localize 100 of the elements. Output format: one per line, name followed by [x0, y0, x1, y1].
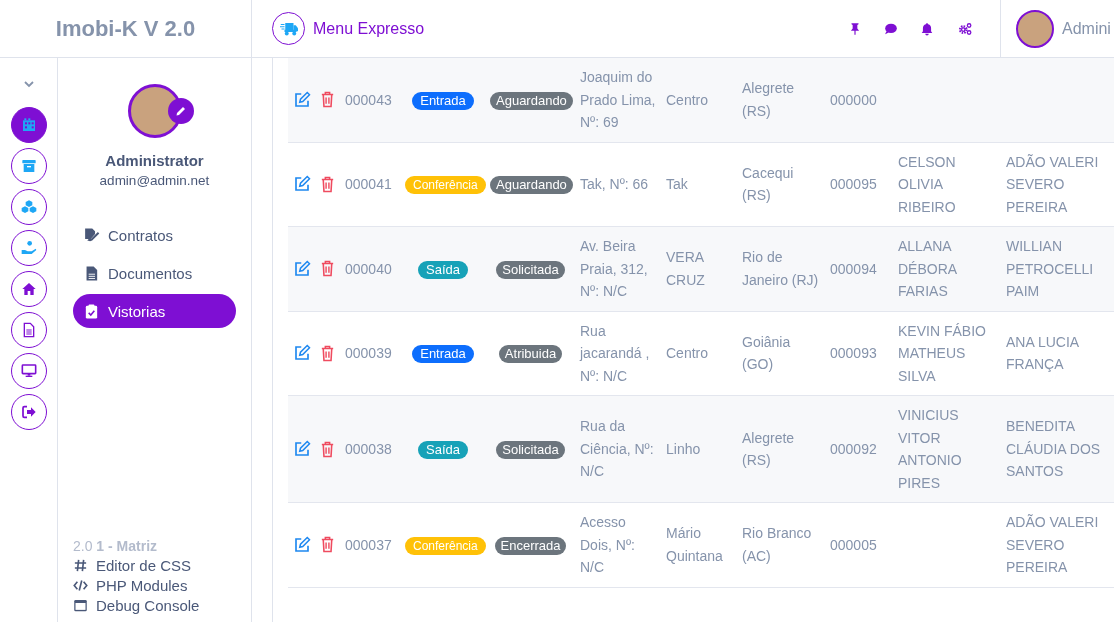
building-icon: [20, 117, 37, 133]
user-avatar[interactable]: [1016, 9, 1054, 48]
type-label: Conferência: [405, 536, 486, 555]
sidebar-nav-item[interactable]: Vistorias: [73, 294, 236, 328]
app-logo: Imobi-K V 2.0: [55, 15, 196, 42]
menu-expresso-button[interactable]: Menu Expresso: [272, 12, 425, 45]
version-label: 2.0 1 - Matriz: [73, 538, 159, 554]
table-cell: 000092: [827, 395, 895, 503]
rail-nav-button[interactable]: [10, 107, 47, 143]
edit-icon[interactable]: [293, 344, 311, 363]
person-name: ADÃO VALERI SEVERO PEREIRA: [1003, 502, 1114, 587]
hand-coin-icon: [20, 240, 37, 256]
trash-icon[interactable]: [320, 175, 335, 193]
edit-icon[interactable]: [293, 535, 311, 554]
city-text: Alegrete (RS): [739, 58, 827, 142]
person-name: VINICIUS VITOR ANTONIO PIRES: [895, 395, 1003, 503]
code-icon: [73, 578, 88, 593]
person-name: WILLIAN PETROCELLI PAIM: [1003, 226, 1114, 311]
sidebar-nav-item[interactable]: Documentos: [73, 256, 236, 290]
clipboard-check-icon: [83, 302, 100, 320]
table-cell: 000000: [827, 58, 895, 142]
profile-email: admin@admin.net: [99, 173, 210, 188]
inspection-code: 000039: [342, 311, 402, 396]
status-label: Aguardando: [490, 176, 573, 194]
district-text: Mário Quintana: [663, 502, 739, 587]
person-name: BENEDITA CLÁUDIA DOS SANTOS: [1003, 395, 1114, 503]
inspection-code: 000038: [342, 395, 402, 503]
rail-nav-button[interactable]: [10, 230, 47, 266]
footer-link[interactable]: PHP Modules: [73, 577, 236, 594]
address-text: Rua da Ciência, Nº: N/C: [577, 395, 663, 503]
pencil-icon: [174, 105, 187, 117]
person-name: ADÃO VALERI SEVERO PEREIRA: [1003, 142, 1114, 227]
trash-icon[interactable]: [320, 344, 335, 362]
rail-nav-button[interactable]: [10, 394, 47, 430]
person-name: CELSON OLIVIA RIBEIRO: [895, 142, 1003, 227]
district-text: Centro: [663, 58, 739, 142]
edit-icon[interactable]: [293, 90, 311, 109]
type-label: Entrada: [412, 345, 474, 363]
trash-icon[interactable]: [320, 91, 335, 109]
bell-icon[interactable]: [920, 21, 934, 36]
edit-icon[interactable]: [293, 259, 311, 278]
address-text: Joaquim do Prado Lima, Nº: 69: [577, 58, 663, 142]
district-text: Linho: [663, 395, 739, 503]
table-cell: 000095: [827, 142, 895, 227]
trash-icon[interactable]: [320, 536, 335, 554]
type-label: Entrada: [412, 91, 474, 110]
rail-nav-button[interactable]: [10, 312, 47, 348]
window-icon: [73, 598, 88, 613]
city-text: Alegrete (RS): [739, 395, 827, 503]
city-text: Rio de Janeiro (RJ): [739, 226, 827, 311]
rail-nav-button[interactable]: [10, 189, 47, 225]
table-cell: 000005: [827, 502, 895, 587]
city-text: Goiânia (GO): [739, 311, 827, 396]
signature-document-icon: [83, 226, 100, 244]
status-label: Solicitada: [496, 440, 565, 459]
hash-icon: [73, 558, 88, 573]
archive-box-icon: [20, 158, 37, 174]
type-label: Saída: [418, 260, 468, 279]
status-label: Solicitada: [496, 260, 565, 279]
status-label: Encerrada: [494, 536, 567, 555]
address-text: Tak, Nº: 66: [577, 142, 663, 227]
settings-icon[interactable]: [956, 21, 974, 36]
footer-link[interactable]: Debug Console: [73, 597, 236, 614]
chevron-down-icon[interactable]: [22, 80, 35, 88]
cubes-icon: [20, 199, 37, 215]
district-text: VERA CRUZ: [663, 226, 739, 311]
edit-icon[interactable]: [293, 175, 311, 194]
profile-name: Administrator: [105, 152, 204, 169]
address-text: Acesso Dois, Nº: N/C: [577, 502, 663, 587]
chat-icon[interactable]: [884, 21, 898, 36]
trash-icon[interactable]: [320, 440, 335, 458]
type-label: Saída: [418, 440, 468, 459]
person-name: ALLANA DÉBORA FARIAS: [895, 226, 1003, 311]
rail-nav-button[interactable]: [10, 148, 47, 184]
inspection-code: 000043: [342, 58, 402, 142]
district-text: Tak: [663, 142, 739, 227]
rail-nav-button[interactable]: [10, 353, 47, 389]
inspection-code: 000041: [342, 142, 402, 227]
address-text: Rua jacarandá , Nº: N/C: [577, 311, 663, 396]
edit-icon[interactable]: [293, 440, 311, 458]
status-label: Atribuida: [498, 345, 563, 363]
district-text: Centro: [663, 311, 739, 396]
status-label: Aguardando: [490, 91, 573, 110]
pin-icon[interactable]: [848, 21, 862, 36]
city-text: Cacequi (RS): [739, 142, 827, 227]
trash-icon[interactable]: [320, 260, 335, 278]
city-text: Rio Branco (AC): [739, 502, 827, 587]
type-label: Conferência: [405, 176, 486, 194]
truck-icon: [279, 20, 298, 37]
inspection-code: 000037: [342, 502, 402, 587]
person-name: KEVIN FÁBIO MATHEUS SILVA: [895, 311, 1003, 396]
home-icon: [20, 281, 37, 297]
monitor-icon: [20, 363, 37, 379]
inspection-code: 000040: [342, 226, 402, 311]
person-name: ANA LUCIA FRANÇA: [1003, 311, 1114, 396]
footer-link[interactable]: Editor de CSS: [73, 557, 236, 574]
table-cell: 000094: [827, 226, 895, 311]
table-cell: 000093: [827, 311, 895, 396]
rail-nav-button[interactable]: [10, 271, 47, 307]
sidebar-nav-item[interactable]: Contratos: [73, 218, 236, 252]
